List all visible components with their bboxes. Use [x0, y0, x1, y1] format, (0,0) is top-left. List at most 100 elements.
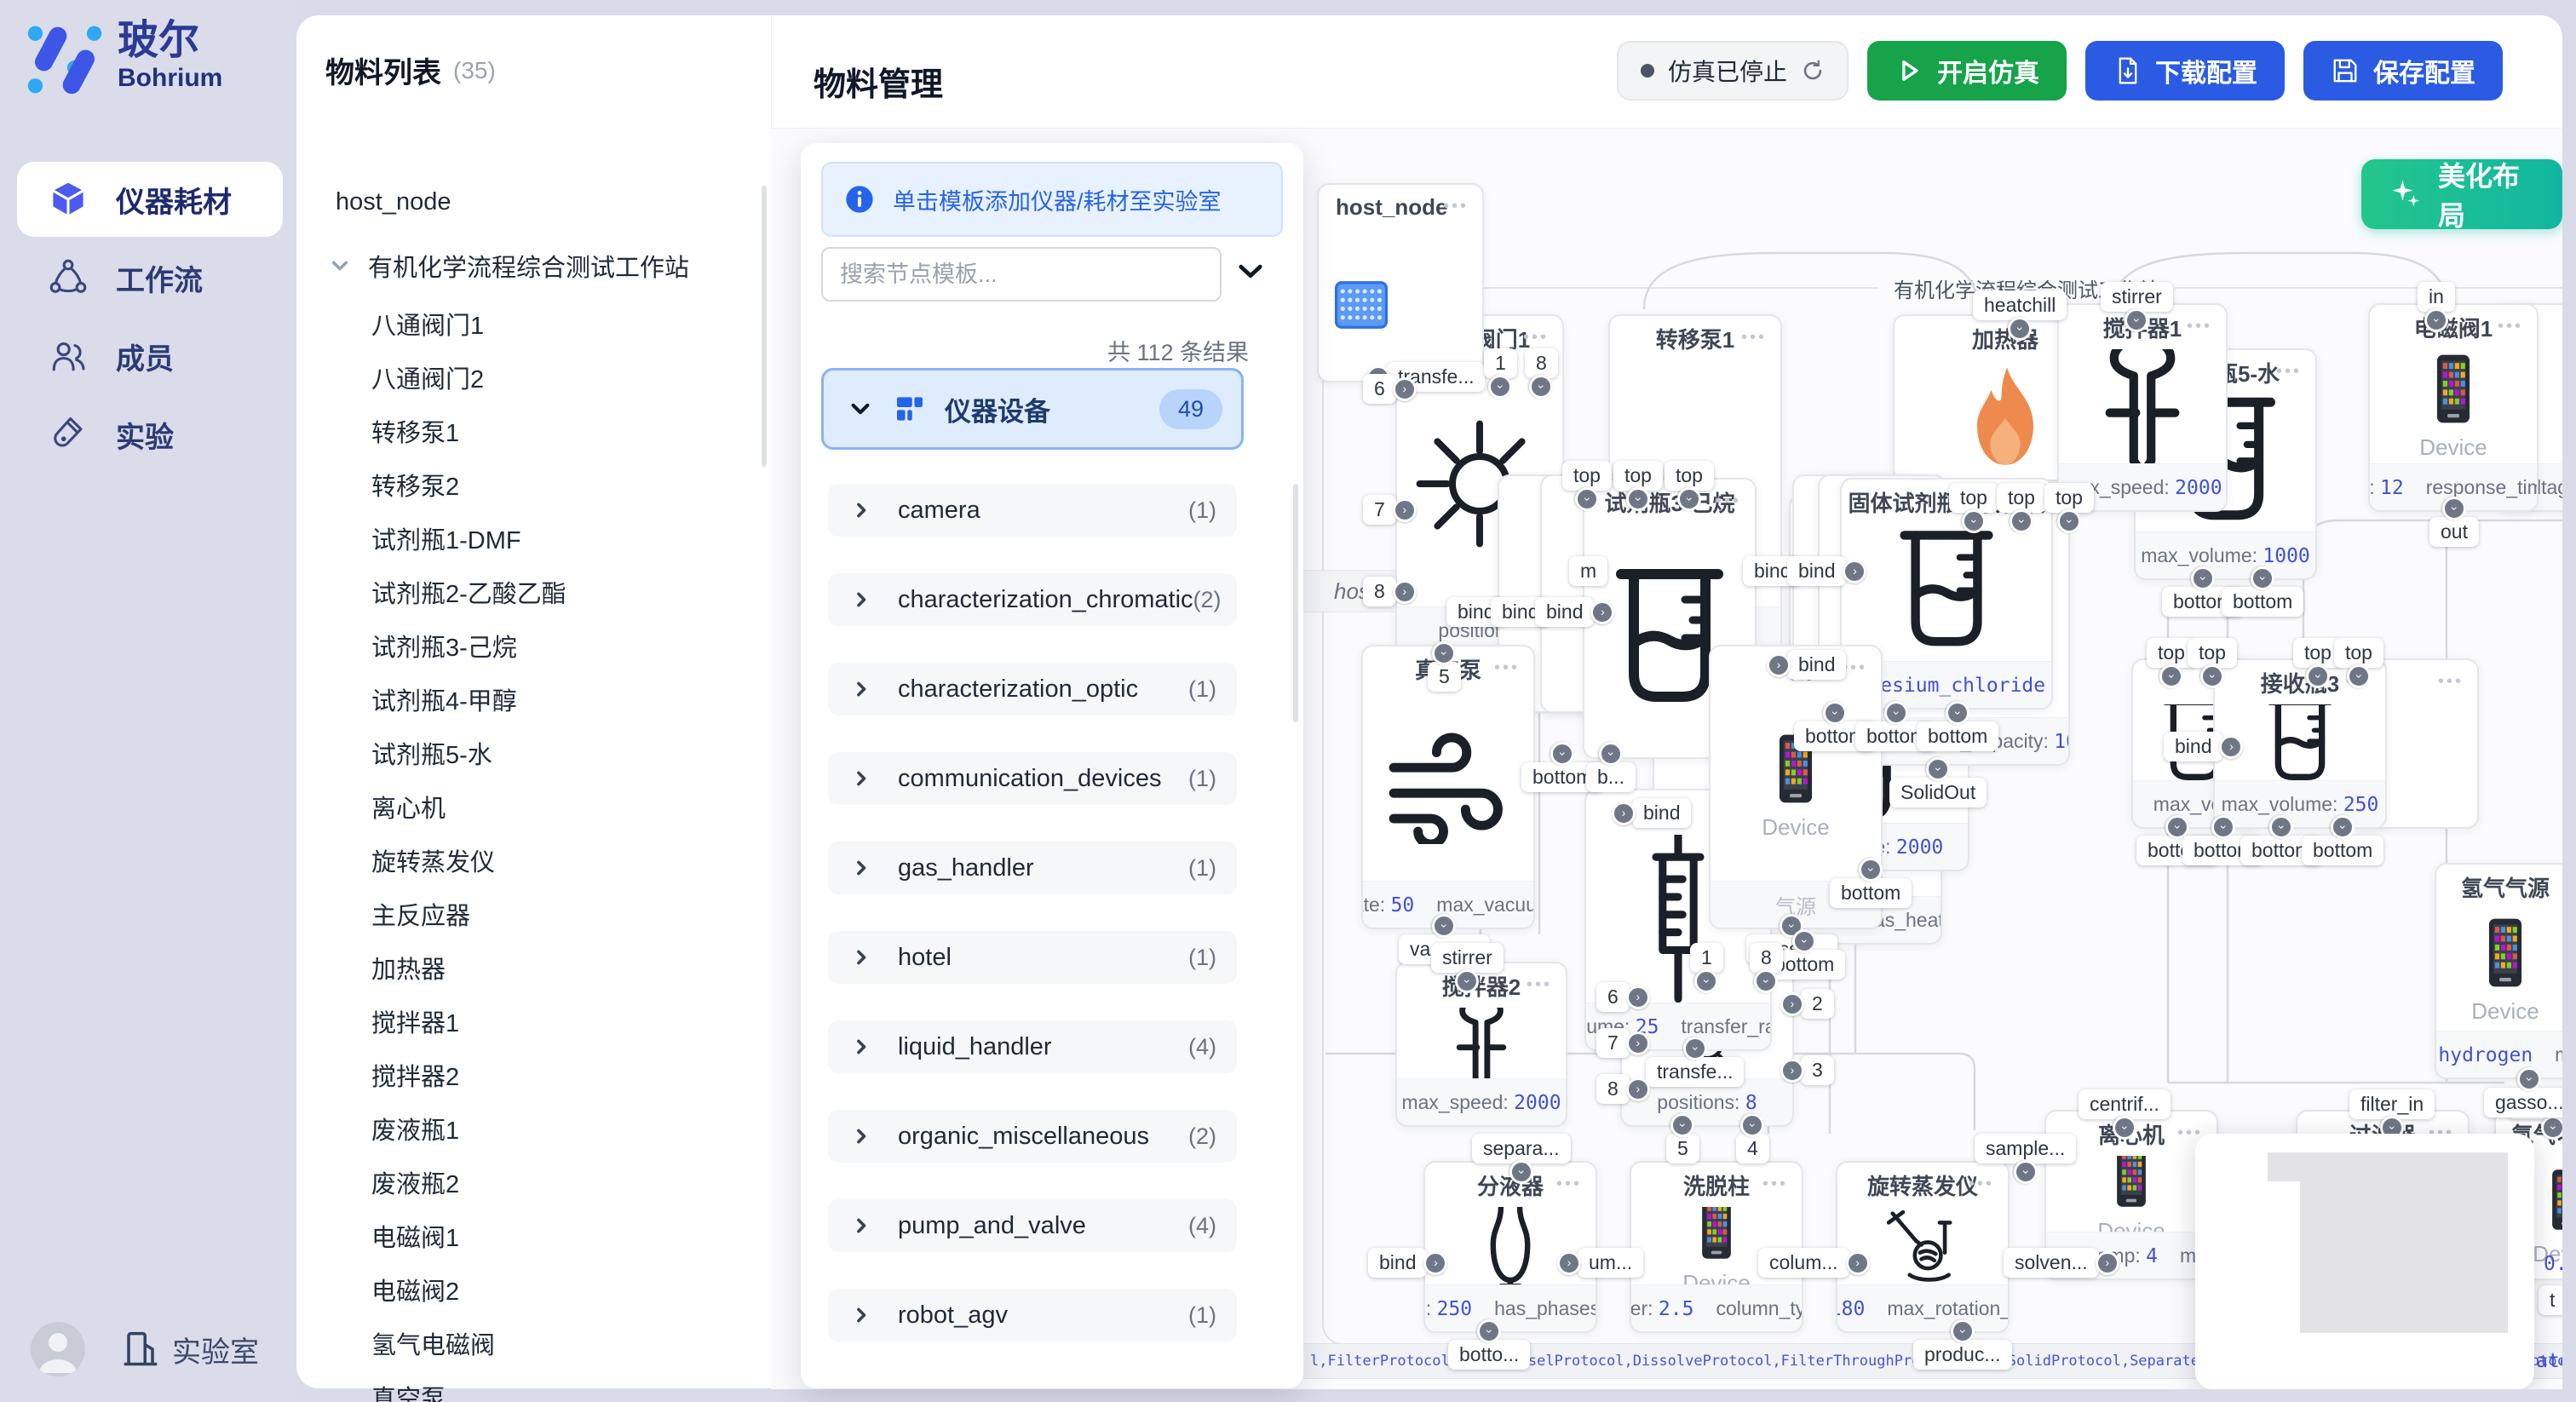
material-item-5[interactable]: 试剂瓶2-乙酸乙酯 — [315, 565, 758, 618]
port-connector-dot[interactable]: › — [2424, 308, 2448, 332]
port-bind[interactable]: bind› — [1535, 597, 1594, 627]
material-item-0[interactable]: 八通阀门1 — [315, 296, 758, 350]
node-menu-icon[interactable]: ••• — [2276, 362, 2302, 382]
port-connector-dot[interactable]: › — [2008, 317, 2032, 341]
node-搅拌器1[interactable]: 搅拌器1•••max_speed: 2000 — [2057, 303, 2228, 512]
brand-logo[interactable]: 玻尔 Bohrium — [24, 19, 222, 101]
node-menu-icon[interactable]: ••• — [2438, 672, 2464, 692]
template-item-organic_miscellaneous[interactable]: organic_miscellaneous(2) — [828, 1110, 1237, 1163]
port-7[interactable]: 7› — [1363, 495, 1396, 525]
material-item-13[interactable]: 搅拌器1 — [315, 994, 758, 1048]
port-6[interactable]: 6› — [1363, 374, 1396, 404]
node-搅拌器2[interactable]: 搅拌器2•••max_speed: 2000 — [1395, 962, 1567, 1127]
port-b[interactable]: b...› — [1586, 762, 1636, 792]
material-item-15[interactable]: 废液瓶1 — [315, 1101, 758, 1155]
node-电磁阀1[interactable]: 电磁阀1•••Devicevoltage: 12response_time: 0… — [2368, 303, 2539, 512]
port-connector-dot[interactable]: › — [1393, 498, 1417, 522]
port-top[interactable]: top› — [1665, 461, 1714, 491]
materials-scrollbar[interactable] — [762, 186, 767, 467]
port-connector-dot[interactable]: › — [2541, 1116, 2562, 1140]
avatar[interactable] — [31, 1322, 85, 1376]
material-item-3[interactable]: 转移泵2 — [315, 457, 758, 511]
port-bind[interactable]: bind› — [1632, 798, 1691, 828]
port-connector-dot[interactable]: › — [2331, 815, 2355, 839]
minimap-viewport[interactable] — [2300, 1152, 2508, 1333]
material-item-18[interactable]: 电磁阀2 — [315, 1262, 758, 1316]
node-menu-icon[interactable]: ••• — [1443, 197, 1469, 216]
sidebar-item-experiments[interactable]: 实验 — [0, 397, 296, 472]
port-connector-dot[interactable]: › — [1590, 600, 1614, 624]
port-1[interactable]: 1› — [1484, 348, 1517, 378]
port-connector-dot[interactable]: › — [1962, 509, 1986, 533]
beautify-layout-button[interactable]: 美化布局 — [2361, 159, 2562, 229]
material-item-8[interactable]: 试剂瓶5-水 — [315, 726, 758, 779]
port-connector-dot[interactable]: › — [1626, 487, 1650, 511]
node-host_node[interactable]: host_node••• — [1317, 183, 1484, 382]
port-8[interactable]: 8› — [1363, 577, 1396, 606]
node-分液器[interactable]: 分液器•••volume: 250has_phases: true — [1423, 1161, 1597, 1333]
port-connector-dot[interactable]: › — [1509, 1160, 1533, 1184]
template-item-communication_devices[interactable]: communication_devices(1) — [828, 752, 1237, 805]
port-out[interactable]: out› — [2429, 517, 2479, 547]
port-connector-dot[interactable]: › — [1884, 701, 1908, 725]
port-top[interactable]: top› — [2044, 483, 2094, 513]
port-6[interactable]: 6› — [1596, 982, 1630, 1012]
material-item-11[interactable]: 主反应器 — [315, 887, 758, 940]
node-旋转蒸发仪[interactable]: 旋转蒸发仪•••temp: 180max_rotation_speed: — [1836, 1161, 2010, 1333]
port-connector-dot[interactable]: › — [1846, 1251, 1870, 1275]
port-bind[interactable]: bind› — [2164, 732, 2222, 761]
node-menu-icon[interactable]: ••• — [1969, 1175, 1994, 1194]
port-connector-dot[interactable]: › — [1612, 802, 1636, 825]
port-connector-dot[interactable]: › — [2251, 566, 2274, 590]
template-item-liquid_handler[interactable]: liquid_handler(4) — [828, 1020, 1237, 1073]
port-connector-dot[interactable]: › — [2442, 497, 2466, 520]
template-item-camera[interactable]: camera(1) — [828, 484, 1237, 537]
port-connector-dot[interactable]: › — [2113, 1116, 2136, 1140]
port-bind[interactable]: bind› — [1787, 650, 1846, 680]
port-SolidOut[interactable]: SolidOut› — [1889, 778, 1987, 807]
port-connector-dot[interactable]: › — [1926, 757, 1950, 781]
port-centrif[interactable]: centrif...› — [2079, 1089, 2171, 1119]
port-connector-dot[interactable]: › — [1393, 377, 1417, 401]
port-top[interactable]: top› — [1613, 461, 1663, 491]
material-item-17[interactable]: 电磁阀1 — [315, 1209, 758, 1262]
template-scrollbar[interactable] — [1293, 484, 1298, 722]
material-item-12[interactable]: 加热器 — [315, 940, 758, 994]
node-menu-icon[interactable]: ••• — [2498, 317, 2523, 336]
sidebar-item-members[interactable]: 成员 — [0, 319, 296, 394]
port-top[interactable]: top› — [2188, 638, 2237, 668]
port-connector-dot[interactable]: › — [1780, 1059, 1804, 1083]
node-menu-icon[interactable]: ••• — [1523, 328, 1549, 348]
port-connector-dot[interactable]: › — [2159, 664, 2183, 688]
port-um[interactable]: um...› — [1578, 1248, 1643, 1278]
port-bottom[interactable]: bottom› — [2222, 587, 2303, 617]
material-item-6[interactable]: 试剂瓶3-己烷 — [315, 618, 758, 672]
minimap[interactable] — [2195, 1134, 2534, 1389]
port-separa[interactable]: separa...› — [1472, 1134, 1571, 1164]
port-7[interactable]: 7› — [1596, 1028, 1630, 1058]
node-menu-icon[interactable]: ••• — [1556, 1175, 1582, 1194]
port-bind[interactable]: bind› — [1787, 556, 1846, 586]
node-洗脱柱[interactable]: 洗脱柱•••Devicediameter: 2.5column_type: si — [1630, 1161, 1803, 1333]
port-botto[interactable]: botto...› — [1448, 1340, 1530, 1370]
port-in[interactable]: in› — [2418, 282, 2455, 312]
port-connector-dot[interactable]: › — [1575, 487, 1599, 511]
port-filterin[interactable]: filter_in› — [2349, 1089, 2435, 1119]
port-top[interactable]: top› — [1997, 483, 2046, 513]
port-connector-dot[interactable]: › — [2306, 664, 2330, 688]
material-item-16[interactable]: 废液瓶2 — [315, 1155, 758, 1209]
port-solven[interactable]: solven...› — [2004, 1248, 2099, 1278]
port-connector-dot[interactable]: › — [2014, 1160, 2038, 1184]
port-bind[interactable]: bind› — [1368, 1248, 1427, 1278]
port-connector-dot[interactable]: › — [2096, 1251, 2119, 1275]
download-config-button[interactable]: 下载配置 — [2085, 41, 2285, 101]
port-t[interactable]: t — [2539, 1285, 2562, 1315]
material-item-4[interactable]: 试剂瓶1-DMF — [315, 511, 758, 565]
category-instrument-devices[interactable]: 仪器设备 49 — [821, 368, 1244, 450]
template-item-hotel[interactable]: hotel(1) — [828, 931, 1237, 984]
port-connector-dot[interactable]: › — [1626, 1077, 1650, 1101]
port-connector-dot[interactable]: › — [1823, 701, 1847, 725]
node-menu-icon[interactable]: ••• — [2187, 317, 2212, 336]
sidebar-item-workflow[interactable]: 工作流 — [0, 240, 296, 315]
port-connector-dot[interactable]: › — [2200, 664, 2224, 688]
